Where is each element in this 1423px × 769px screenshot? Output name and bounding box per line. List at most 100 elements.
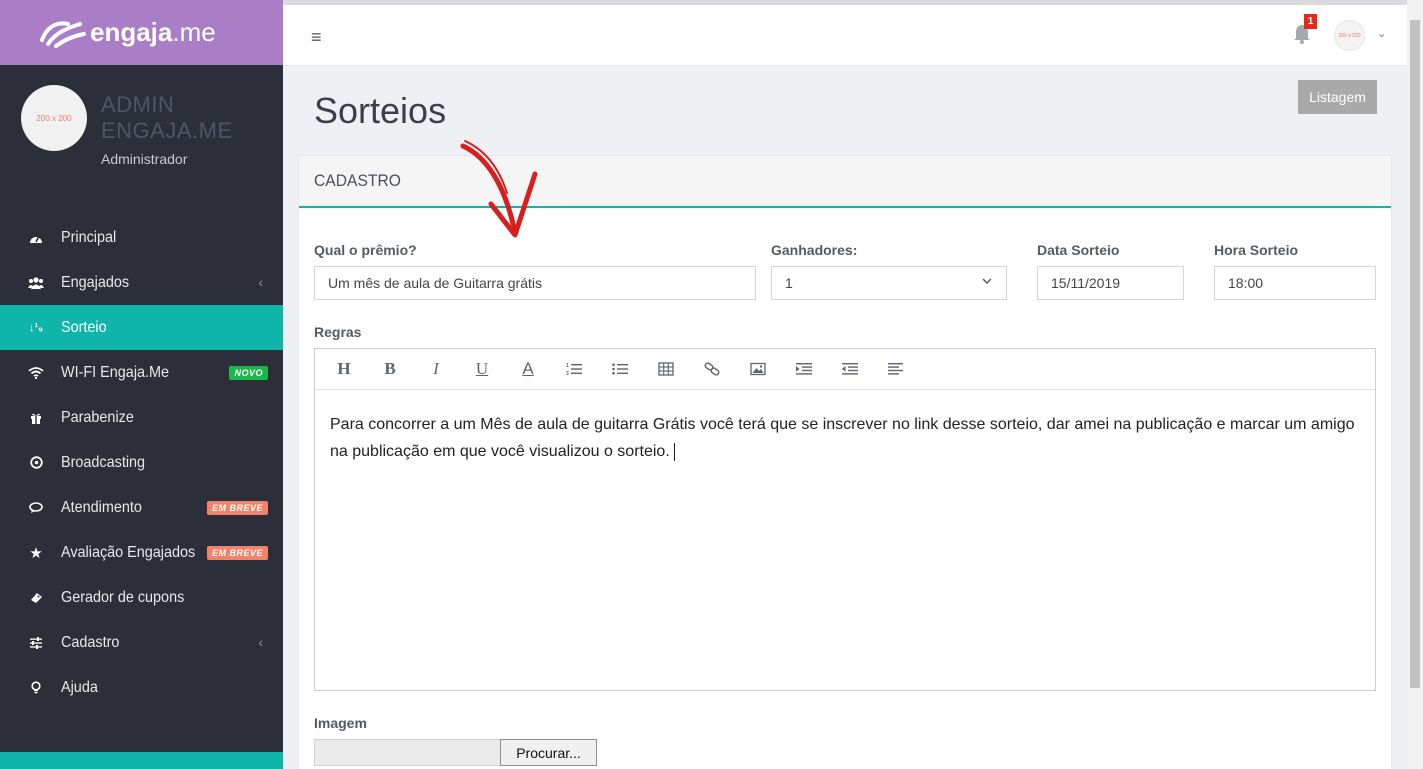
chevron-left-icon: ‹ xyxy=(258,634,263,650)
menu-toggle-icon[interactable]: ≡ xyxy=(311,27,322,48)
annotation-arrow-icon xyxy=(460,140,538,238)
sidebar-item-label: Atendimento xyxy=(61,498,142,516)
avatar[interactable]: 200 x 200 xyxy=(21,85,87,151)
outdent-icon[interactable] xyxy=(839,360,861,378)
sidebar-item-sorteio[interactable]: ↓¹₉ Sorteio xyxy=(0,305,283,350)
underline-button[interactable]: U xyxy=(471,359,493,378)
sidebar-item-cupons[interactable]: Gerador de cupons xyxy=(0,575,283,620)
sidebar-item-label: Gerador de cupons xyxy=(61,588,185,606)
sidebar-item-label: Parabenize xyxy=(61,408,134,426)
wifi-icon xyxy=(28,365,44,381)
file-path-field[interactable] xyxy=(314,739,501,766)
italic-button[interactable]: I xyxy=(425,359,447,378)
rules-editor[interactable]: H B I U A 13 Para concorrer a um Mês de xyxy=(314,348,1376,691)
brand-logo[interactable]: engaja .me xyxy=(38,17,216,48)
image-icon[interactable] xyxy=(747,360,769,378)
align-left-icon[interactable] xyxy=(885,360,907,378)
sidebar-item-label: Avaliação Engajados xyxy=(61,543,196,561)
profile-name: ADMIN ENGAJA.ME xyxy=(101,92,233,143)
chevron-left-icon: ‹ xyxy=(258,274,263,290)
avatar-placeholder-text: 200 x 200 xyxy=(36,113,72,123)
indent-icon[interactable] xyxy=(793,360,815,378)
scrollbar-thumb[interactable] xyxy=(1410,20,1420,688)
rules-label: Regras xyxy=(314,324,362,340)
prize-label: Qual o prêmio? xyxy=(314,242,417,258)
image-label: Imagem xyxy=(314,715,367,731)
gift-icon xyxy=(28,410,44,426)
table-icon[interactable] xyxy=(655,360,677,378)
user-avatar[interactable]: 200 x 200 xyxy=(1334,20,1365,51)
ordered-list-icon[interactable]: 13 xyxy=(563,360,585,378)
sidebar-item-avaliacao[interactable]: ★ Avaliação Engajados EM BREVE xyxy=(0,530,283,575)
brand-suffix: .me xyxy=(172,17,216,47)
rules-text-line: na publicação em que você visualizou o s… xyxy=(330,443,670,460)
coming-soon-badge: EM BREVE xyxy=(206,501,268,515)
top-bar: ≡ 1 200 x 200 ⌄ xyxy=(283,0,1407,66)
page-scrollbar[interactable] xyxy=(1407,0,1423,769)
brand-name: engaja xyxy=(90,17,173,47)
sidebar-item-broadcasting[interactable]: Broadcasting xyxy=(0,440,283,485)
prize-input[interactable]: Um mês de aula de Guitarra grátis xyxy=(314,266,756,300)
sidebar-footer-bar xyxy=(0,752,283,769)
lightbulb-icon xyxy=(28,680,44,696)
font-color-button[interactable]: A xyxy=(517,359,539,378)
sidebar-item-cadastro[interactable]: Cadastro ‹ xyxy=(0,620,283,665)
date-input[interactable]: 15/11/2019 xyxy=(1037,266,1184,300)
notification-count-badge: 1 xyxy=(1304,14,1317,29)
sidebar-item-atendimento[interactable]: Atendimento EM BREVE xyxy=(0,485,283,530)
rules-text-line-last: na publicação em que você visualizou o s… xyxy=(330,438,1365,465)
editor-toolbar: H B I U A 13 xyxy=(315,349,1375,390)
users-icon xyxy=(28,275,44,291)
rules-text-line: Para concorrer a um Mês de aula de guita… xyxy=(330,416,1355,433)
bold-button[interactable]: B xyxy=(379,359,401,378)
sidebar-menu: Principal Engajados ‹ ↓¹₉ Sorteio WI-FI … xyxy=(0,215,283,710)
page-title: Sorteios xyxy=(314,90,447,131)
dashboard-icon xyxy=(28,230,44,246)
sidebar-item-engajados[interactable]: Engajados ‹ xyxy=(0,260,283,305)
engaja-logo-icon xyxy=(40,20,86,48)
listagem-button[interactable]: Listagem xyxy=(1298,80,1377,114)
sidebar-item-label: Cadastro xyxy=(61,633,120,651)
sort-icon: ↓¹₉ xyxy=(28,321,44,334)
sidebar-item-parabenize[interactable]: Parabenize xyxy=(0,395,283,440)
chevron-down-icon xyxy=(982,278,992,284)
sidebar-item-wifi[interactable]: WI-FI Engaja.Me NOVO xyxy=(0,350,283,395)
heading-button[interactable]: H xyxy=(333,359,355,378)
browse-button[interactable]: Procurar... xyxy=(500,739,597,766)
new-badge: NOVO xyxy=(229,366,268,380)
date-input-value: 15/11/2019 xyxy=(1051,275,1121,291)
sliders-icon xyxy=(28,635,44,651)
time-input-value: 18:00 xyxy=(1228,275,1264,291)
chevron-down-icon[interactable]: ⌄ xyxy=(1377,27,1386,40)
profile-role: Administrador xyxy=(101,151,188,167)
link-icon[interactable] xyxy=(701,360,723,378)
sidebar-item-label: WI-FI Engaja.Me xyxy=(61,363,170,381)
time-label: Hora Sorteio xyxy=(1214,242,1299,258)
sidebar-item-principal[interactable]: Principal xyxy=(0,215,283,260)
winners-select[interactable]: 1 xyxy=(771,266,1007,300)
time-input[interactable]: 18:00 xyxy=(1214,266,1376,300)
sidebar-item-label: Engajados xyxy=(61,273,130,291)
sidebar-item-label: Principal xyxy=(61,228,117,246)
avatar-placeholder-text: 200 x 200 xyxy=(1338,32,1361,39)
svg-text:1: 1 xyxy=(566,363,569,369)
ticket-icon xyxy=(28,590,44,606)
date-label: Data Sorteio xyxy=(1037,242,1120,258)
sidebar: engaja .me 200 x 200 ADMIN ENGAJA.ME Admi… xyxy=(0,0,283,769)
sidebar-item-label: Broadcasting xyxy=(61,453,146,471)
rules-editor-content[interactable]: Para concorrer a um Mês de aula de guita… xyxy=(330,411,1365,465)
sidebar-item-label: Sorteio xyxy=(61,318,107,336)
coming-soon-badge: EM BREVE xyxy=(206,546,268,560)
star-icon: ★ xyxy=(29,544,43,562)
profile-block: 200 x 200 ADMIN ENGAJA.ME xyxy=(0,65,283,205)
chat-icon xyxy=(28,500,44,516)
prize-input-value: Um mês de aula de Guitarra grátis xyxy=(328,275,542,291)
panel-title: CADASTRO xyxy=(314,171,401,190)
bullet-list-icon[interactable] xyxy=(609,360,631,378)
brand-bar: engaja .me xyxy=(0,0,283,65)
winners-select-value: 1 xyxy=(785,275,793,291)
svg-text:3: 3 xyxy=(566,371,569,376)
broadcast-icon xyxy=(28,455,44,471)
text-cursor xyxy=(673,442,675,461)
sidebar-item-ajuda[interactable]: Ajuda xyxy=(0,665,283,710)
